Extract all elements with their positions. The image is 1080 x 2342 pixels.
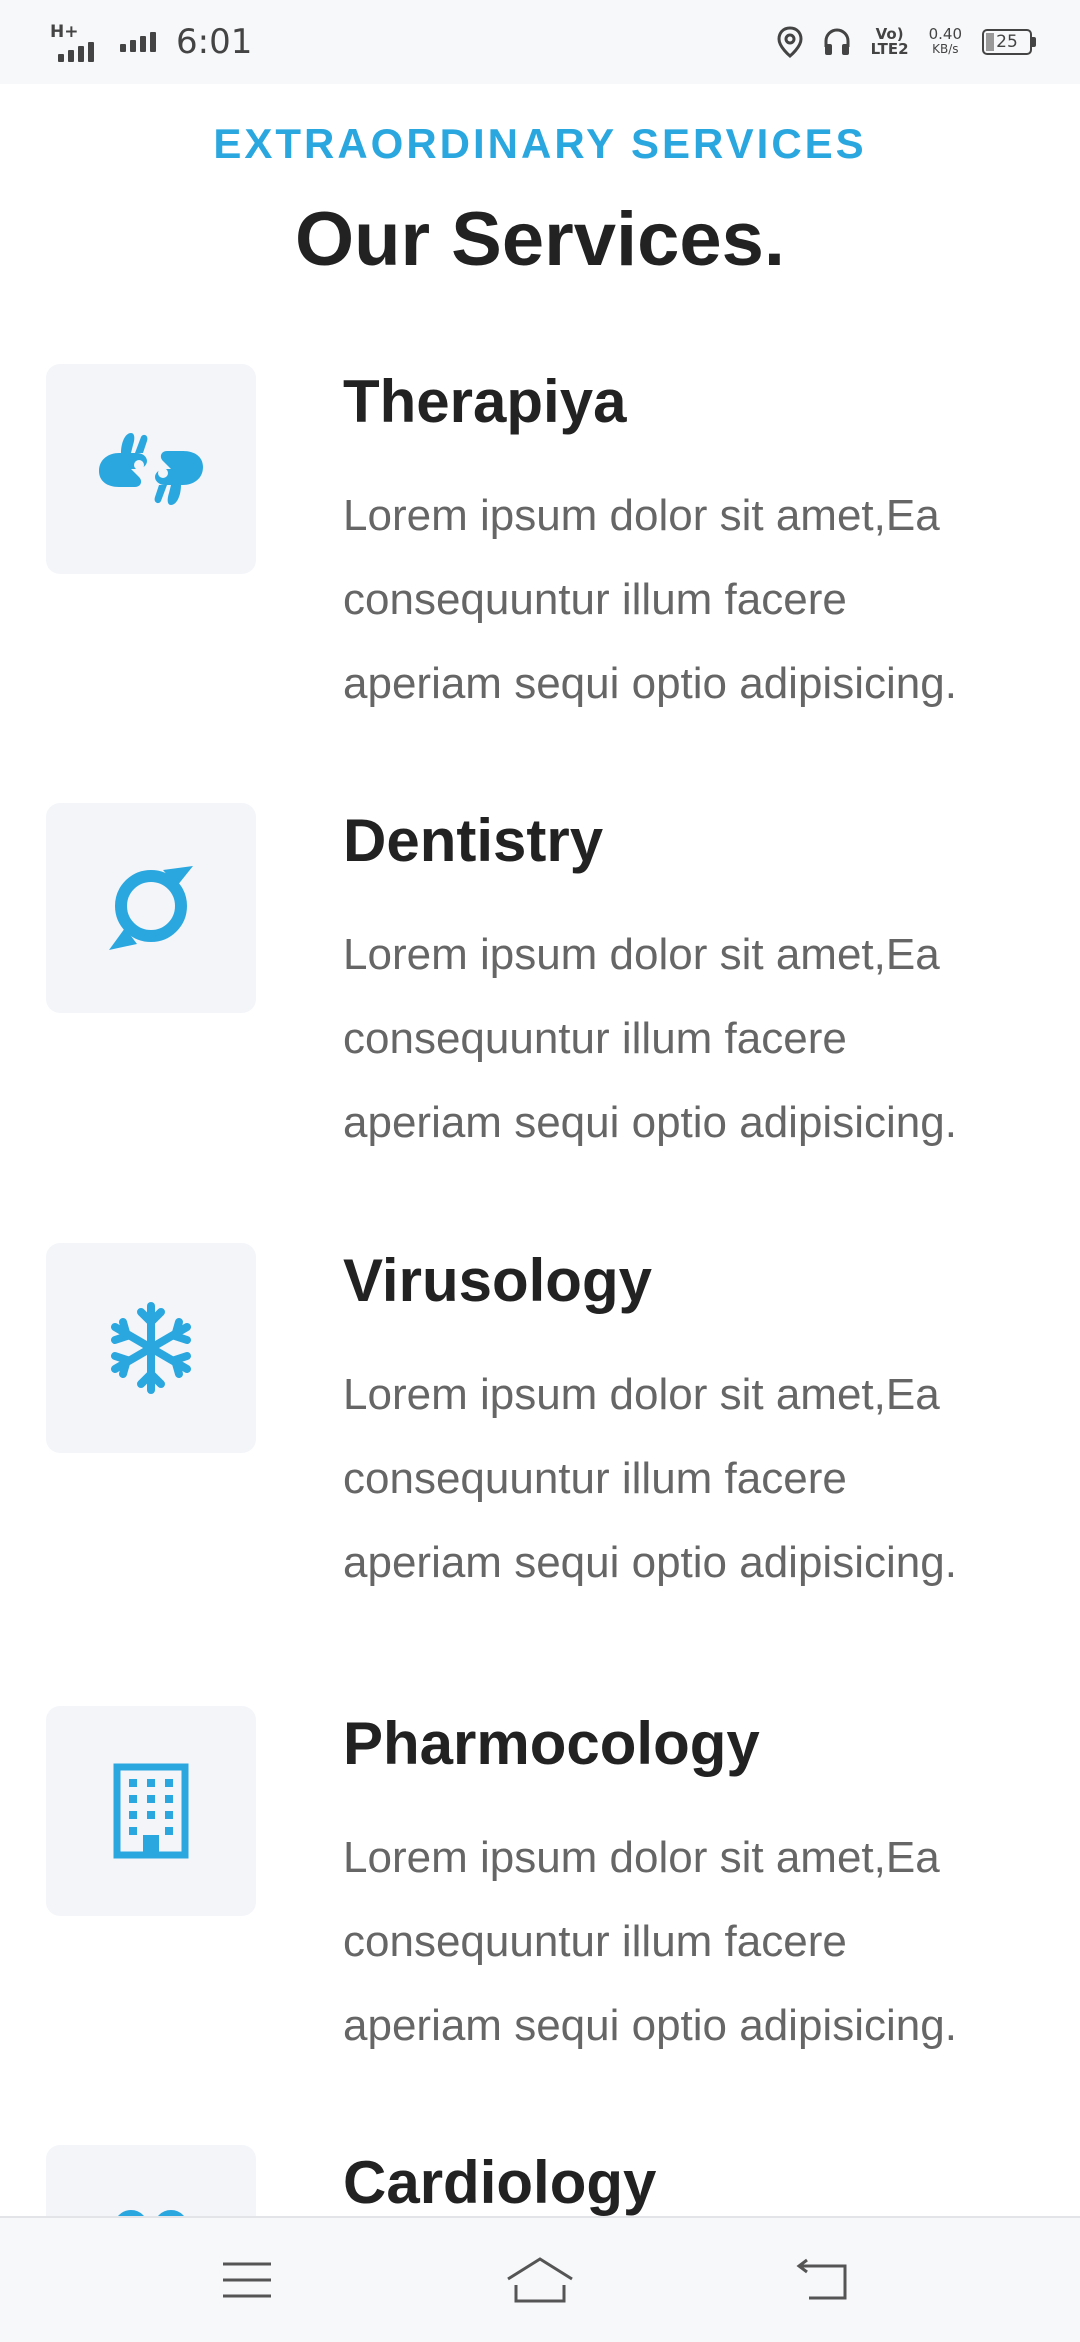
- menu-button[interactable]: [202, 2242, 292, 2318]
- service-description: Lorem ipsum dolor sit amet,Ea consequunt…: [343, 1833, 957, 2050]
- service-icon-box: [46, 364, 256, 574]
- service-title: Pharmocology: [343, 1710, 760, 1777]
- section-eyebrow: EXTRAORDINARY SERVICES: [213, 120, 867, 167]
- menu-icon: [223, 2262, 271, 2298]
- service-description: Lorem ipsum dolor sit amet,Ea consequunt…: [343, 930, 957, 1147]
- clock: 6:01: [176, 22, 253, 62]
- service-icon-box: [46, 803, 256, 1013]
- chat-bubble-ring-icon: [109, 866, 193, 950]
- service-title: Dentistry: [343, 807, 604, 874]
- signal-icon: H+: [48, 22, 100, 62]
- battery-icon: 25: [982, 29, 1036, 55]
- network-speed: 0.40 KB/s: [928, 25, 962, 57]
- eyeglasses-icon: [118, 2210, 184, 2216]
- page-title: Our Services.: [294, 197, 786, 282]
- back-button[interactable]: [778, 2242, 868, 2318]
- service-icon-box: [46, 1243, 256, 1453]
- home-button[interactable]: [495, 2242, 585, 2318]
- service-description: Lorem ipsum dolor sit amet,Ea consequunt…: [343, 1370, 957, 1587]
- volte-indicator: Vo) LTE2: [870, 25, 909, 58]
- system-nav-bar: [0, 2216, 1080, 2342]
- back-icon: [796, 2258, 847, 2300]
- status-bar: H+ 6:01 Vo) LTE2 0.40 KB/s 25: [0, 0, 1080, 84]
- service-title: Therapiya: [343, 368, 627, 435]
- service-title: Cardiology: [343, 2149, 657, 2216]
- service-item-cardiology[interactable]: Cardiology: [0, 2145, 1080, 2216]
- signal-icon: [120, 32, 156, 52]
- network-type: H+: [50, 22, 79, 42]
- headphones-icon: [824, 28, 850, 55]
- building-icon: [113, 1763, 189, 1859]
- service-icon-box: [46, 1706, 256, 1916]
- service-title: Virusology: [343, 1247, 652, 1314]
- location-icon: [777, 26, 803, 58]
- sign-language-hands-icon: [99, 433, 203, 505]
- snowflake-icon: [111, 1302, 191, 1394]
- home-icon: [507, 2257, 573, 2303]
- service-icon-box: [46, 2145, 256, 2216]
- service-description: Lorem ipsum dolor sit amet,Ea consequunt…: [343, 491, 957, 708]
